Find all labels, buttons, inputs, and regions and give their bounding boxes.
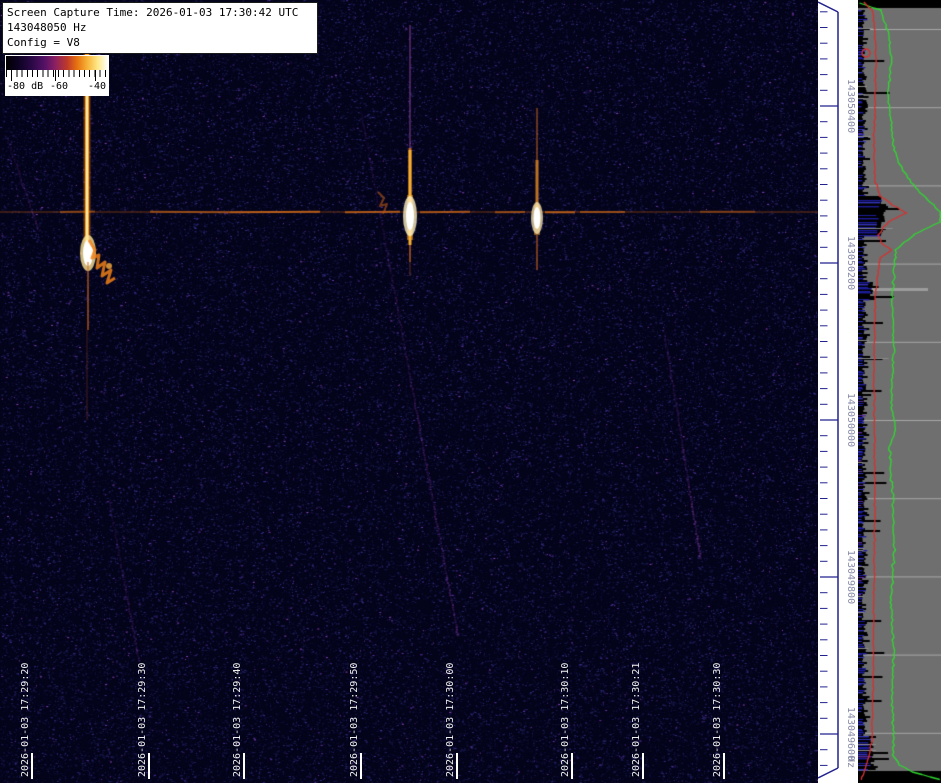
legend-label-min: -80 dB [7, 81, 43, 92]
time-axis-tick [243, 753, 245, 779]
frequency-axis-label: 143049800 [845, 550, 856, 604]
frequency-axis-label: 143050400 [845, 79, 856, 133]
legend-labels: -80 dB -60 -40 [7, 81, 107, 95]
legend-major-tick [95, 70, 96, 81]
frequency-axis-label: 143049600 [845, 707, 856, 761]
time-axis-tick [642, 753, 644, 779]
frequency-text: 143048050 Hz [7, 20, 313, 35]
spectrogram-screen: Screen Capture Time: 2026-01-03 17:30:42… [0, 0, 941, 783]
info-box: Screen Capture Time: 2026-01-03 17:30:42… [2, 2, 318, 54]
legend-label-mid: -60 [50, 81, 68, 92]
time-axis-label: 2026-01-03 17:30:21 [631, 663, 642, 777]
spectrogram-canvas [0, 0, 818, 783]
time-axis-label: 2026-01-03 17:29:30 [137, 663, 148, 777]
time-axis-label: 2026-01-03 17:30:30 [712, 663, 723, 777]
legend-tick-ruler [6, 70, 108, 77]
config-text: Config = V8 [7, 35, 313, 50]
time-axis-label: 2026-01-03 17:30:00 [445, 663, 456, 777]
spectrum-panel [858, 0, 941, 783]
time-axis-tick [31, 753, 33, 779]
frequency-axis-label: 143050200 [845, 236, 856, 290]
time-axis-label: 2026-01-03 17:29:20 [20, 663, 31, 777]
time-axis-label: 2026-01-03 17:29:40 [232, 663, 243, 777]
legend-label-max: -40 [88, 81, 106, 92]
legend-major-tick [11, 70, 12, 81]
color-gradient-bar [6, 56, 108, 70]
frequency-axis-label: 143050000 [845, 393, 856, 447]
time-axis-tick [571, 753, 573, 779]
legend-major-tick [55, 70, 56, 81]
time-axis-tick [148, 753, 150, 779]
capture-time-text: Screen Capture Time: 2026-01-03 17:30:42… [7, 5, 313, 20]
spectrum-panel-canvas [858, 0, 941, 783]
color-scale-legend: -80 dB -60 -40 [5, 55, 109, 96]
time-axis-tick [360, 753, 362, 779]
frequency-axis-label: Hz [845, 756, 856, 768]
time-axis-label: 2026-01-03 17:29:50 [349, 663, 360, 777]
frequency-ruler-svg: 143050400 143050200 143050000 143049800 1430… [818, 0, 858, 783]
frequency-ruler: 143050400 143050200 143050000 143049800 1430… [818, 0, 858, 783]
time-axis-label: 2026-01-03 17:30:10 [560, 663, 571, 777]
time-axis-tick [456, 753, 458, 779]
time-axis-tick [723, 753, 725, 779]
